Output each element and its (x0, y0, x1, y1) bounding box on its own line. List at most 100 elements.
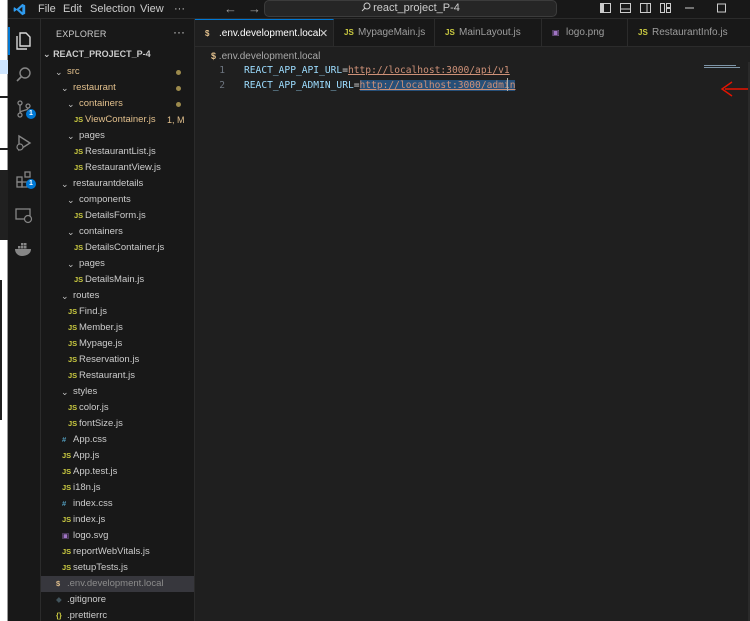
tree-folder[interactable]: ⌄ pages (41, 128, 194, 144)
tree-file[interactable]: JS color.js (41, 400, 194, 416)
tree-file[interactable]: ▣ logo.svg (41, 528, 194, 544)
tree-file[interactable]: # index.css (41, 496, 194, 512)
back-arrow-icon[interactable]: ← (224, 1, 237, 16)
chevron-down-icon: ⌄ (67, 131, 75, 141)
tree-file[interactable]: JS App.test.js (41, 464, 194, 480)
minimap[interactable] (704, 65, 740, 69)
close-tab-icon[interactable]: ✕ (319, 20, 328, 46)
js-file-icon: JS (62, 547, 72, 556)
extensions-badge: 1 (26, 179, 36, 189)
tree-item-label: styles (73, 386, 98, 397)
explorer-more-actions-icon[interactable]: ··· (173, 25, 185, 39)
tree-file[interactable]: JS Find.js (41, 304, 194, 320)
maximize-icon[interactable] (716, 3, 727, 13)
tree-file[interactable]: JS reportWebVitals.js (41, 544, 194, 560)
menu-selection[interactable]: Selection (90, 3, 135, 15)
chevron-down-icon: ⌄ (43, 49, 51, 59)
tree-file[interactable]: JS fontSize.js (41, 416, 194, 432)
menu-more[interactable]: ··· (174, 3, 185, 15)
tree-file[interactable]: JS index.js (41, 512, 194, 528)
tree-item-label: Reservation.js (79, 354, 140, 365)
tree-file[interactable]: JS i18n.js (41, 480, 194, 496)
editor-tab[interactable]: JS MainLayout.js (435, 19, 542, 46)
tree-file[interactable]: ◆ .gitignore (41, 592, 194, 608)
tree-file[interactable]: $ .env.development.local (41, 576, 194, 592)
breadcrumb[interactable]: $ .env.development.local (211, 49, 320, 63)
tree-file[interactable]: JS DetailsMain.js (41, 272, 194, 288)
tab-label: logo.png (566, 27, 605, 38)
chevron-down-icon: ⌄ (55, 67, 63, 77)
toggle-secondary-sidebar-icon[interactable] (640, 3, 651, 13)
tree-folder[interactable]: ⌄ styles (41, 384, 194, 400)
remote-explorer-icon (15, 208, 33, 224)
breadcrumb-file[interactable]: .env.development.local (219, 51, 321, 62)
tree-item-label: ViewContainer.js (85, 114, 156, 125)
js-file-icon: JS (62, 515, 72, 524)
tree-item-label: Restaurant.js (79, 370, 135, 381)
tree-item-label: App.test.js (73, 466, 118, 477)
env-variable-url[interactable]: http://localhost:3000/api/v1 (348, 65, 510, 76)
js-file-icon: JS (74, 147, 84, 156)
docker-icon (15, 243, 31, 256)
editor-tab[interactable]: JS RestaurantInfo.js (628, 19, 750, 46)
tree-item-label: index.js (73, 514, 106, 525)
tree-item-label: components (79, 194, 131, 205)
docker-activity[interactable] (14, 239, 34, 259)
minimap-line (704, 65, 736, 66)
modified-dot-icon (176, 86, 181, 91)
env-file-icon: $ (56, 579, 61, 588)
env-variable-url[interactable]: http://localhost:3000/admin (359, 80, 516, 91)
run-debug-activity[interactable] (14, 133, 34, 153)
toggle-panel-icon[interactable] (620, 3, 631, 13)
menu-edit[interactable]: Edit (63, 3, 82, 15)
js-file-icon: JS (68, 403, 78, 412)
extensions-activity[interactable]: 1 (14, 169, 36, 189)
tree-file[interactable]: JS DetailsForm.js (41, 208, 194, 224)
modified-dot-icon (176, 70, 181, 75)
env-variable-name: REACT_APP_API_URL (244, 65, 343, 76)
tree-file[interactable]: JS Restaurant.js (41, 368, 194, 384)
editor-tab[interactable]: $ .env.development.local ✕ (195, 19, 334, 46)
remote-explorer-activity[interactable] (14, 205, 34, 225)
tree-file[interactable]: JS Member.js (41, 320, 194, 336)
tree-file[interactable]: JS ViewContainer.js 1, M (41, 112, 194, 128)
editor-tab[interactable]: ▣ logo.png (542, 19, 628, 46)
search-activity[interactable] (14, 65, 34, 85)
project-folder-header[interactable]: ⌄ REACT_PROJECT_P-4 (43, 49, 151, 60)
annotation-arrow-icon (720, 81, 750, 97)
menu-view[interactable]: View (140, 3, 164, 15)
line-number: 1 (219, 65, 225, 76)
explorer-activity[interactable] (8, 27, 34, 55)
editor-tab[interactable]: JS MypageMain.js (334, 19, 435, 46)
tree-file[interactable]: {} .prettierrc (41, 608, 194, 621)
source-control-activity[interactable]: 1 (14, 99, 36, 119)
tree-folder[interactable]: ⌄ pages (41, 256, 194, 272)
tree-file[interactable]: JS Reservation.js (41, 352, 194, 368)
equals-sign: = (353, 80, 360, 91)
minimize-icon[interactable] (684, 3, 695, 13)
tree-folder[interactable]: ⌄ restaurantdetails (41, 176, 194, 192)
tree-file[interactable]: JS RestaurantView.js (41, 160, 194, 176)
tree-file[interactable]: JS setupTests.js (41, 560, 194, 576)
git-status: 1, M (167, 115, 185, 125)
tree-item-label: routes (73, 290, 100, 301)
tree-folder[interactable]: ⌄ components (41, 192, 194, 208)
tree-folder[interactable]: ⌄ restaurant (41, 80, 194, 96)
tree-folder[interactable]: ⌄ routes (41, 288, 194, 304)
tree-folder[interactable]: ⌄ containers (41, 96, 194, 112)
background-dark-panel (0, 170, 8, 240)
tree-folder[interactable]: ⌄ containers (41, 224, 194, 240)
background-window-strip (0, 0, 8, 621)
toggle-sidebar-icon[interactable] (600, 3, 611, 13)
tree-file[interactable]: JS DetailsContainer.js (41, 240, 194, 256)
customize-layout-icon[interactable] (660, 3, 671, 13)
code-editor[interactable]: 1 REACT_APP_API_URL=http://localhost:3000… (195, 62, 750, 621)
tree-file[interactable]: JS RestaurantList.js (41, 144, 194, 160)
forward-arrow-icon[interactable]: → (248, 1, 261, 16)
tree-file[interactable]: JS App.js (41, 448, 194, 464)
tree-file[interactable]: JS Mypage.js (41, 336, 194, 352)
menu-file[interactable]: File (38, 3, 56, 15)
tree-folder[interactable]: ⌄ src (41, 64, 194, 80)
command-center-search[interactable]: react_project_P-4 (264, 0, 557, 17)
tree-file[interactable]: # App.css (41, 432, 194, 448)
